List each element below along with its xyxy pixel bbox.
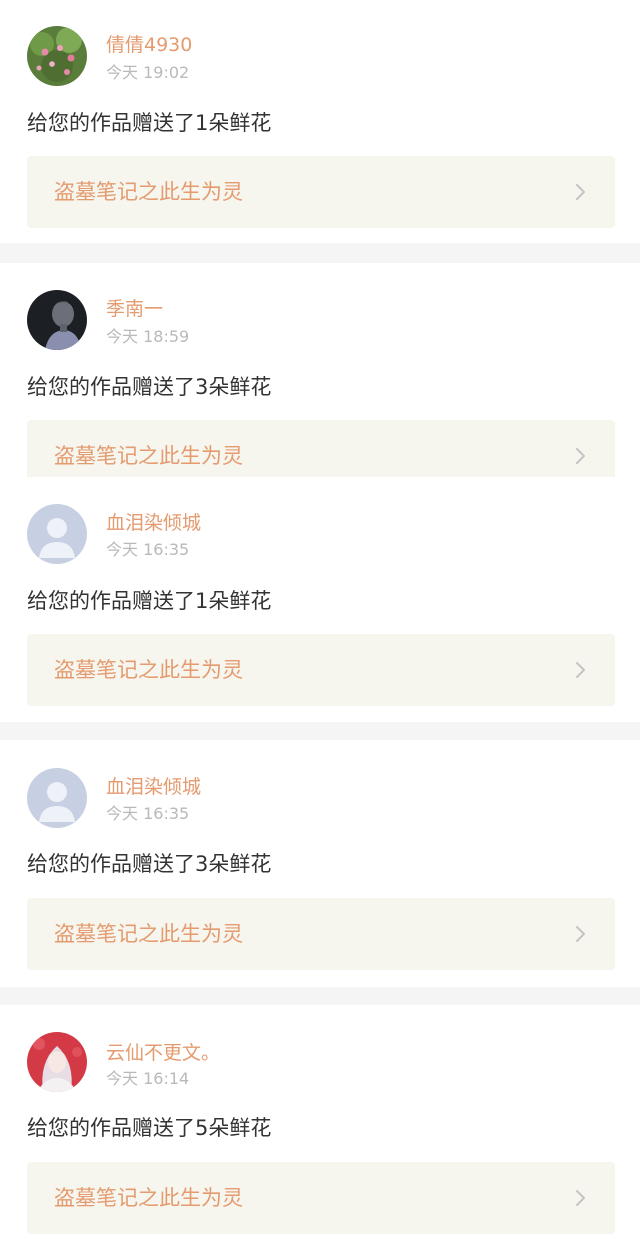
- user-name[interactable]: 季南一: [106, 297, 163, 321]
- work-title: 盗墓笔记之此生为灵: [54, 658, 243, 682]
- section-separator: [0, 987, 640, 1005]
- gift-message: 给您的作品赠送了3朵鲜花: [27, 852, 272, 876]
- timestamp: 今天 19:02: [106, 63, 190, 82]
- default-user-avatar-icon: [27, 504, 87, 564]
- avatar[interactable]: [27, 768, 87, 828]
- timestamp: 今天 16:35: [106, 540, 190, 559]
- chevron-right-icon: [576, 184, 585, 200]
- notification-card: 血泪染倾城 今天 16:35 给您的作品赠送了1朵鲜花 盗墓笔记之此生为灵: [0, 477, 640, 722]
- notification-card: 季南一 今天 18:59 给您的作品赠送了3朵鲜花 盗墓笔记之此生为灵: [0, 263, 640, 492]
- work-title: 盗墓笔记之此生为灵: [54, 1186, 243, 1210]
- user-name[interactable]: 血泪染倾城: [106, 511, 201, 535]
- avatar[interactable]: [27, 1032, 87, 1092]
- gift-message: 给您的作品赠送了1朵鲜花: [27, 111, 272, 135]
- chevron-right-icon: [576, 1190, 585, 1206]
- avatar[interactable]: [27, 504, 87, 564]
- chevron-right-icon: [576, 448, 585, 464]
- flower-photo-avatar-icon: [27, 26, 87, 86]
- work-title: 盗墓笔记之此生为灵: [54, 180, 243, 204]
- chevron-right-icon: [576, 662, 585, 678]
- user-name[interactable]: 血泪染倾城: [106, 775, 201, 799]
- notification-card: 血泪染倾城 今天 16:35 给您的作品赠送了3朵鲜花 盗墓笔记之此生为灵: [0, 740, 640, 987]
- avatar[interactable]: [27, 26, 87, 86]
- notification-card: 云仙不更文。 今天 16:14 给您的作品赠送了5朵鲜花 盗墓笔记之此生为灵: [0, 1005, 640, 1239]
- work-link[interactable]: 盗墓笔记之此生为灵: [27, 156, 615, 228]
- dark-portrait-avatar-icon: [27, 290, 87, 350]
- user-name[interactable]: 云仙不更文。: [106, 1041, 220, 1065]
- timestamp: 今天 16:14: [106, 1069, 190, 1088]
- section-separator: [0, 243, 640, 263]
- work-link[interactable]: 盗墓笔记之此生为灵: [27, 898, 615, 970]
- timestamp: 今天 18:59: [106, 327, 190, 346]
- work-link[interactable]: 盗墓笔记之此生为灵: [27, 634, 615, 706]
- chevron-right-icon: [576, 926, 585, 942]
- section-separator: [0, 722, 640, 740]
- avatar[interactable]: [27, 290, 87, 350]
- anime-girl-avatar-icon: [27, 1032, 87, 1092]
- work-title: 盗墓笔记之此生为灵: [54, 444, 243, 468]
- timestamp: 今天 16:35: [106, 804, 190, 823]
- gift-message: 给您的作品赠送了5朵鲜花: [27, 1116, 272, 1140]
- gift-message: 给您的作品赠送了3朵鲜花: [27, 375, 272, 399]
- gift-message: 给您的作品赠送了1朵鲜花: [27, 589, 272, 613]
- work-title: 盗墓笔记之此生为灵: [54, 922, 243, 946]
- default-user-avatar-icon: [27, 768, 87, 828]
- work-link[interactable]: 盗墓笔记之此生为灵: [27, 1162, 615, 1234]
- notification-card: 倩倩4930 今天 19:02 给您的作品赠送了1朵鲜花 盗墓笔记之此生为灵: [0, 0, 640, 243]
- user-name[interactable]: 倩倩4930: [106, 33, 192, 57]
